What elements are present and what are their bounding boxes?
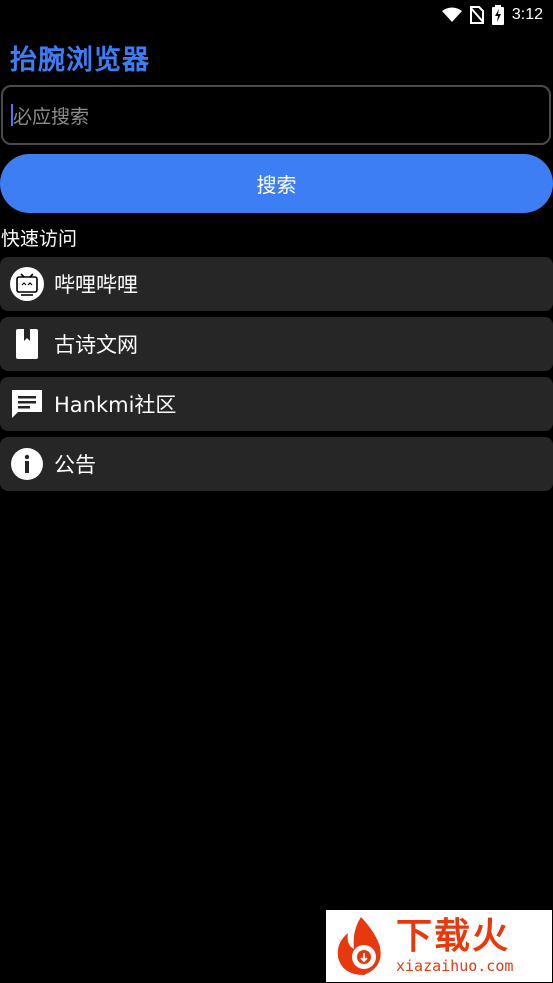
quick-item-label: 公告	[54, 453, 96, 477]
quick-item-gushiwen[interactable]: 古诗文网	[0, 317, 553, 371]
app-title: 抬腕浏览器	[10, 45, 150, 76]
quick-access-list: 哔哩哔哩 古诗文网 Hankmi社区 公告	[0, 257, 553, 497]
quick-item-label: 古诗文网	[54, 333, 138, 357]
status-time: 3:12	[511, 6, 543, 23]
info-icon	[8, 445, 46, 483]
no-sim-icon	[469, 6, 484, 24]
search-placeholder: 必应搜索	[13, 105, 90, 128]
bookmark-book-icon	[8, 325, 46, 363]
wifi-icon	[441, 7, 462, 23]
bilibili-tv-icon	[8, 265, 46, 303]
quick-access-label: 快速访问	[1, 228, 78, 250]
quick-item-label: 哔哩哔哩	[54, 273, 138, 297]
status-bar: 3:12	[0, 0, 553, 30]
watermark-url: xiazaihuo.com	[396, 957, 514, 975]
quick-item-bilibili[interactable]: 哔哩哔哩	[0, 257, 553, 311]
quick-item-hankmi[interactable]: Hankmi社区	[0, 377, 553, 431]
watermark-text: 下载火 xiazaihuo.com	[396, 916, 514, 976]
chat-message-icon	[8, 385, 46, 423]
flame-logo-icon	[326, 911, 396, 981]
quick-item-label: Hankmi社区	[54, 393, 177, 417]
watermark-title: 下载火	[396, 916, 511, 957]
watermark: 下载火 xiazaihuo.com	[326, 910, 552, 982]
search-input[interactable]: 必应搜索	[1, 85, 551, 145]
search-button[interactable]: 搜索	[0, 154, 553, 213]
battery-charging-icon	[491, 5, 504, 25]
quick-item-announcement[interactable]: 公告	[0, 437, 553, 491]
